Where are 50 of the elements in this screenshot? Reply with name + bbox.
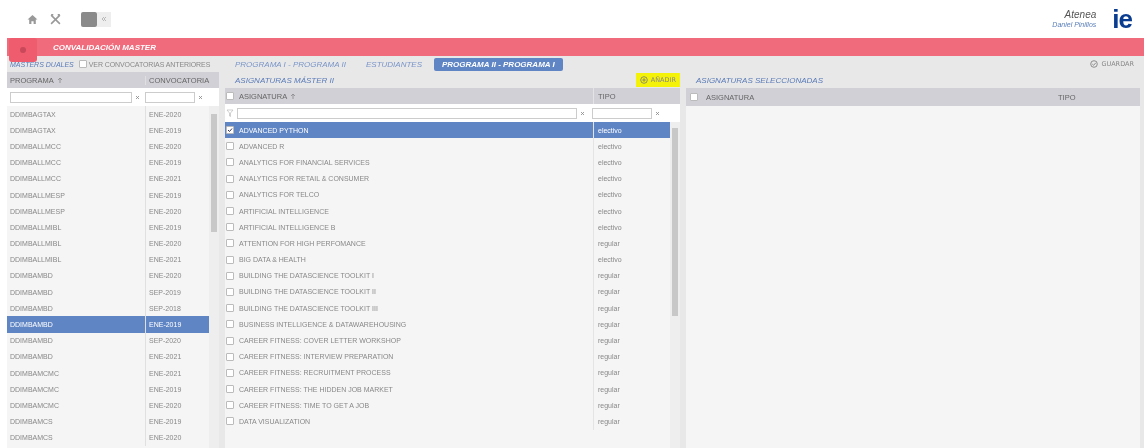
plus-circle-icon bbox=[639, 76, 648, 84]
row-checkbox[interactable] bbox=[226, 223, 234, 232]
tab[interactable]: PROGRAMA II - PROGRAMA I bbox=[434, 57, 563, 71]
row-checkbox[interactable] bbox=[226, 255, 234, 264]
row-checkbox[interactable] bbox=[226, 271, 234, 280]
scrollbar[interactable] bbox=[209, 106, 219, 448]
row-checkbox[interactable] bbox=[226, 352, 234, 361]
app-name: Atenea bbox=[1064, 8, 1097, 21]
section-title: ASIGNATURAS MÁSTER II bbox=[235, 75, 334, 85]
row-checkbox[interactable] bbox=[226, 142, 234, 151]
row-checkbox[interactable] bbox=[226, 401, 234, 410]
row-checkbox[interactable] bbox=[226, 158, 234, 167]
menu-button[interactable] bbox=[9, 38, 37, 62]
filter-field[interactable] bbox=[145, 91, 195, 103]
scrollbar[interactable] bbox=[670, 122, 680, 448]
tab[interactable]: ESTUDIANTES bbox=[358, 57, 430, 71]
row-checkbox[interactable] bbox=[226, 207, 234, 216]
select-all-checkbox[interactable] bbox=[690, 93, 698, 101]
clear-icon[interactable] bbox=[580, 110, 585, 116]
select-all-checkbox[interactable] bbox=[226, 92, 234, 100]
row-checkbox[interactable] bbox=[226, 126, 234, 135]
row-checkbox[interactable] bbox=[226, 320, 234, 329]
square-button[interactable] bbox=[81, 11, 97, 27]
row-checkbox[interactable] bbox=[226, 336, 234, 345]
filter-field[interactable] bbox=[592, 107, 652, 119]
clear-icon[interactable] bbox=[135, 94, 140, 100]
clear-icon[interactable] bbox=[198, 94, 203, 100]
tools-icon[interactable] bbox=[50, 13, 61, 25]
row-checkbox[interactable] bbox=[226, 417, 234, 426]
home-icon[interactable] bbox=[27, 13, 38, 25]
check-circle-icon bbox=[1090, 60, 1099, 68]
chevrons-icon bbox=[101, 16, 107, 22]
section-title: ASIGNATURAS SELECCIONADAS bbox=[696, 75, 823, 85]
filter-field[interactable] bbox=[10, 91, 132, 103]
row-checkbox[interactable] bbox=[226, 304, 234, 313]
sort-arrow-icon bbox=[290, 93, 297, 100]
row-checkbox[interactable] bbox=[226, 174, 234, 183]
tab[interactable]: PROGRAMA I - PROGRAMA II bbox=[227, 57, 354, 71]
collapse-button[interactable] bbox=[97, 11, 111, 27]
row-checkbox[interactable] bbox=[226, 368, 234, 377]
row-checkbox[interactable] bbox=[226, 239, 234, 248]
page-title: CONVALIDACIÓN MASTER bbox=[53, 42, 156, 52]
row-checkbox[interactable] bbox=[226, 190, 234, 199]
row-checkbox[interactable] bbox=[226, 385, 234, 394]
row-checkbox[interactable] bbox=[226, 287, 234, 296]
filter-field[interactable] bbox=[237, 107, 577, 119]
logo: ie bbox=[1112, 3, 1132, 35]
filter-icon[interactable] bbox=[225, 109, 235, 117]
clear-icon[interactable] bbox=[655, 110, 660, 116]
sort-arrow-icon bbox=[56, 77, 63, 84]
